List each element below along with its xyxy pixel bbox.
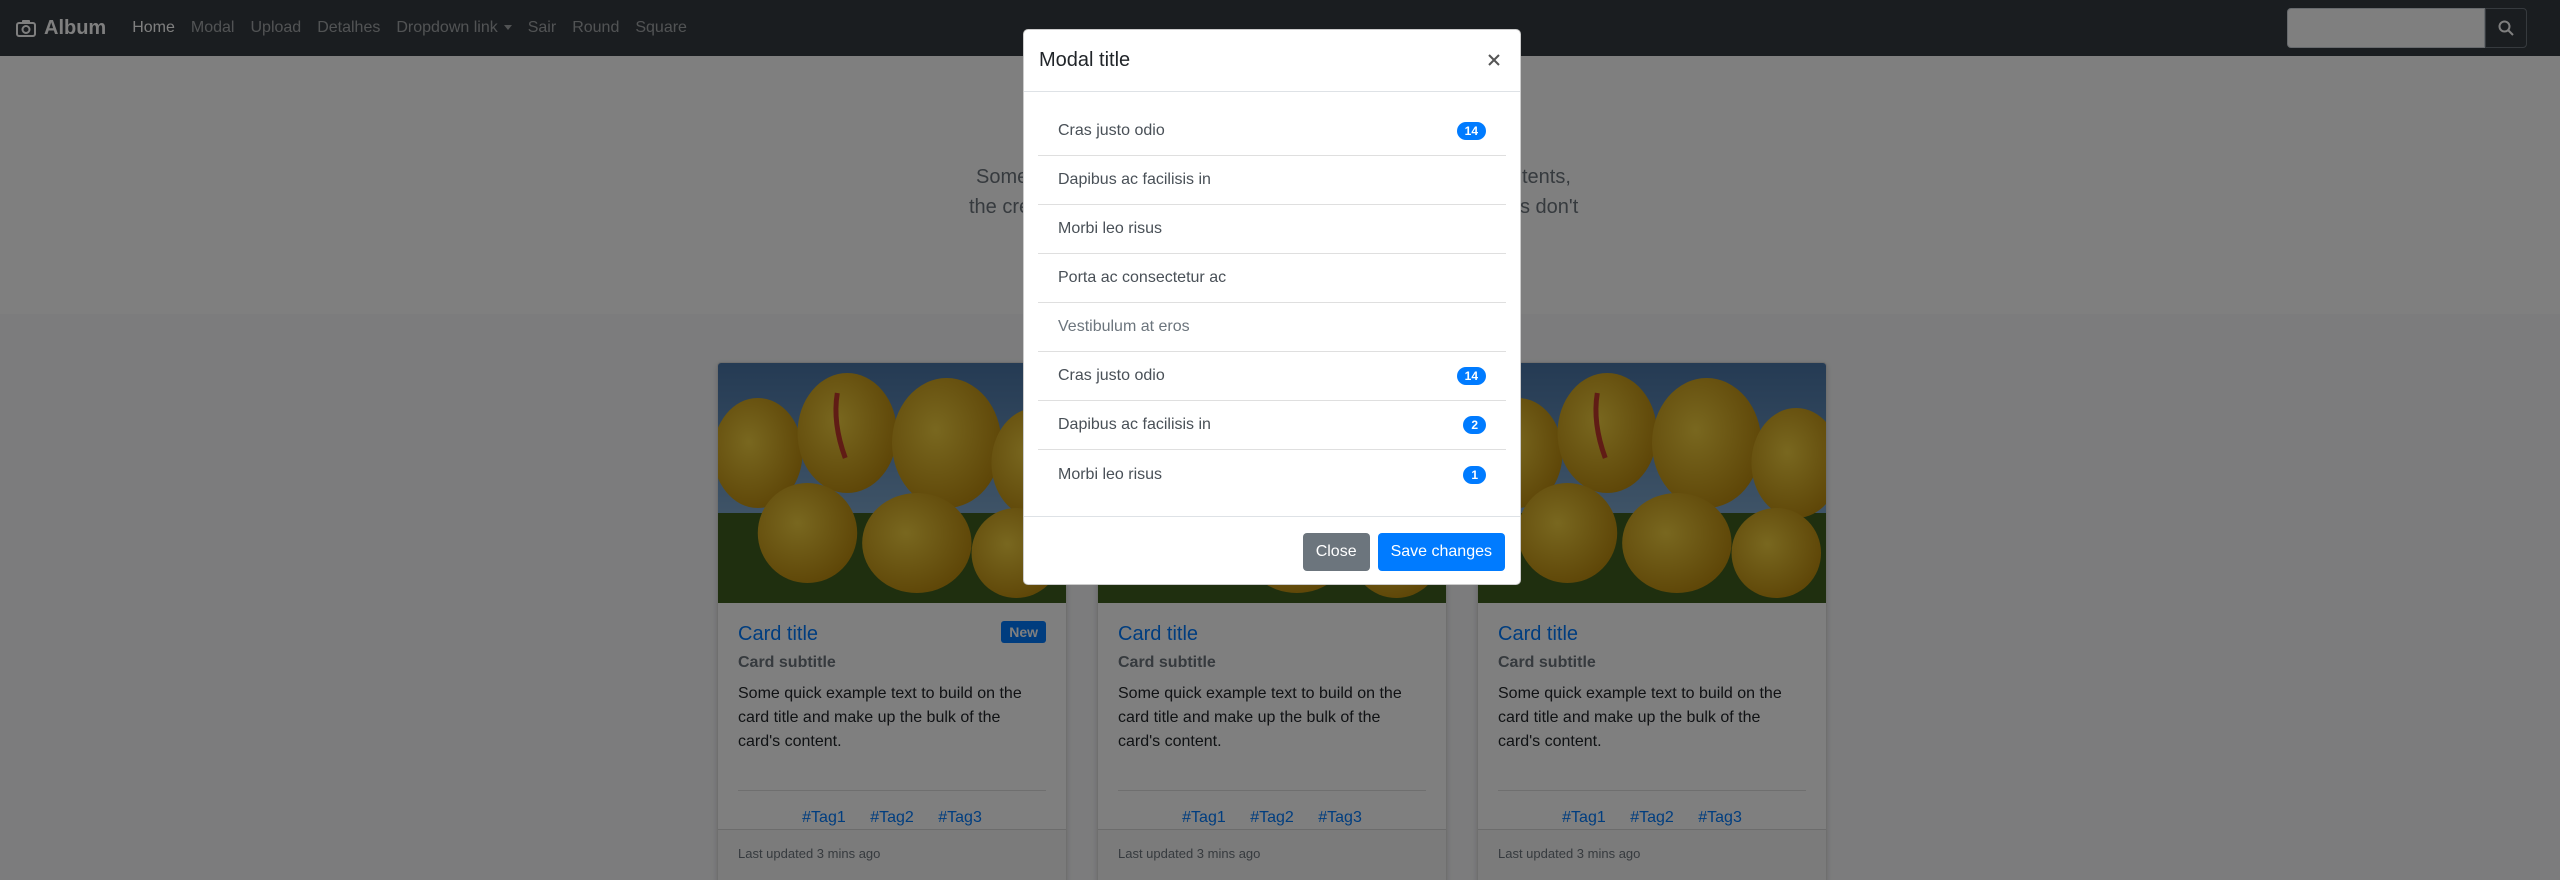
modal-header: Modal title <box>1024 30 1520 92</box>
list-item-label: Porta ac consectetur ac <box>1058 269 1227 286</box>
list-item-label: Cras justo odio <box>1058 122 1165 139</box>
list-item[interactable]: Porta ac consectetur ac <box>1038 254 1506 303</box>
count-badge: 14 <box>1456 122 1486 140</box>
modal-footer: Close Save changes <box>1024 516 1520 586</box>
list-item[interactable]: Dapibus ac facilisis in <box>1038 156 1506 205</box>
list-item-label: Dapibus ac facilisis in <box>1058 171 1211 188</box>
save-changes-button[interactable]: Save changes <box>1377 532 1505 571</box>
count-badge: 14 <box>1456 367 1486 385</box>
list-item[interactable]: Cras justo odio 14 <box>1038 107 1506 156</box>
close-button[interactable]: Close <box>1302 532 1370 571</box>
modal-close-button[interactable] <box>1484 50 1504 70</box>
count-badge: 2 <box>1463 416 1486 434</box>
close-icon <box>1488 54 1500 66</box>
list-item-disabled: Vestibulum at eros <box>1038 303 1506 352</box>
list-item-label: Morbi leo risus <box>1058 465 1163 483</box>
count-badge: 1 <box>1463 465 1486 484</box>
modal-title: Modal title <box>1039 49 1131 71</box>
list-item[interactable]: Dapibus ac facilisis in 2 <box>1038 401 1506 450</box>
list-item[interactable]: Morbi leo risus <box>1038 205 1506 254</box>
modal-body: Cras justo odio 14 Dapibus ac facilisis … <box>1024 92 1520 499</box>
list-item-label: Cras justo odio <box>1058 367 1165 384</box>
list-item[interactable]: Morbi leo risus 1 <box>1038 450 1506 499</box>
list-item-label: Dapibus ac facilisis in <box>1058 416 1211 433</box>
list-item-label: Morbi leo risus <box>1058 220 1163 237</box>
list-item[interactable]: Cras justo odio 14 <box>1038 352 1506 401</box>
modal-dialog: Modal title Cras justo odio 14 Dapibus a… <box>1023 29 1521 585</box>
list-item-label: Vestibulum at eros <box>1058 318 1190 335</box>
